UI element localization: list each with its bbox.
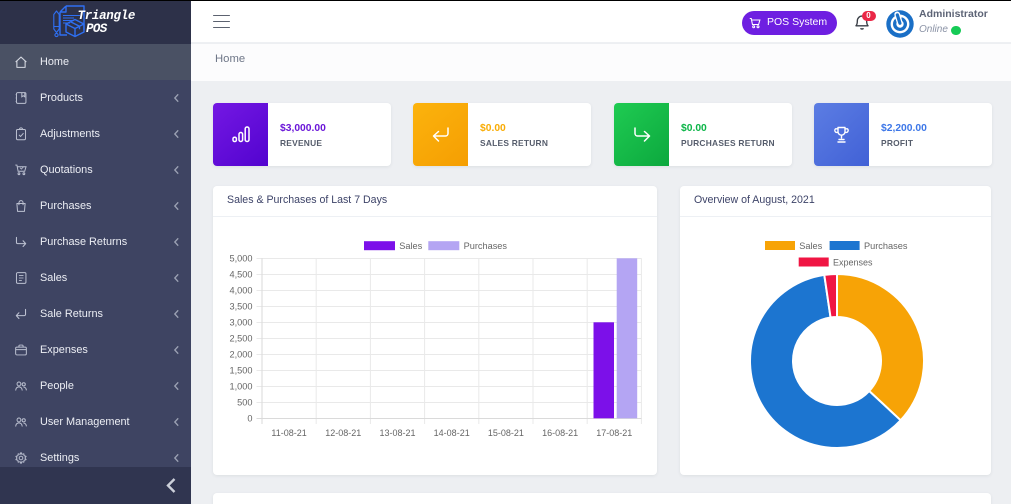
svg-text:5,000: 5,000 xyxy=(230,253,253,263)
svg-text:11-08-21: 11-08-21 xyxy=(271,428,306,438)
svg-text:1,000: 1,000 xyxy=(230,381,253,391)
svg-text:Sales: Sales xyxy=(799,241,822,251)
svg-text:Purchases: Purchases xyxy=(464,241,508,251)
svg-text:Purchases: Purchases xyxy=(864,241,908,251)
svg-text:3,000: 3,000 xyxy=(230,317,253,327)
svg-text:2,000: 2,000 xyxy=(230,349,253,359)
svg-text:14-08-21: 14-08-21 xyxy=(434,428,470,438)
svg-text:0: 0 xyxy=(247,413,252,423)
svg-text:2,500: 2,500 xyxy=(230,333,253,343)
svg-text:Sales: Sales xyxy=(399,241,422,251)
svg-text:3,500: 3,500 xyxy=(230,301,253,311)
svg-text:4,000: 4,000 xyxy=(230,285,253,295)
svg-text:500: 500 xyxy=(237,397,252,407)
svg-text:1,500: 1,500 xyxy=(230,365,253,375)
svg-text:13-08-21: 13-08-21 xyxy=(379,428,415,438)
svg-text:15-08-21: 15-08-21 xyxy=(488,428,524,438)
svg-text:4,500: 4,500 xyxy=(230,269,253,279)
svg-text:12-08-21: 12-08-21 xyxy=(325,428,361,438)
svg-text:16-08-21: 16-08-21 xyxy=(542,428,578,438)
svg-text:17-08-21: 17-08-21 xyxy=(596,428,632,438)
svg-text:Expenses: Expenses xyxy=(833,258,873,268)
